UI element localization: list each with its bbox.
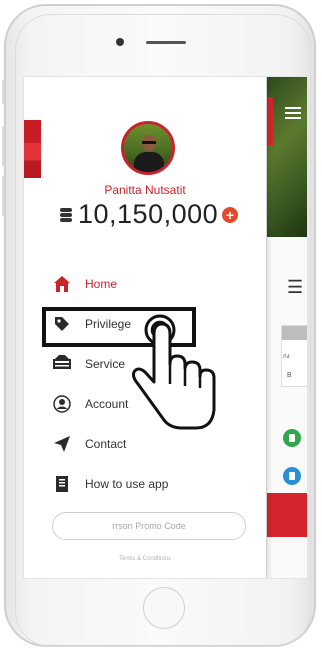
- blue-status-icon[interactable]: [283, 467, 301, 485]
- balance-row: 10,150,000 +: [60, 199, 260, 231]
- home-button[interactable]: [143, 587, 185, 629]
- menu-item-home[interactable]: Home: [24, 270, 266, 300]
- add-points-button[interactable]: +: [222, 207, 238, 223]
- menu-item-how-to-use[interactable]: How to use app: [24, 470, 266, 500]
- menu-label: Home: [85, 277, 118, 291]
- balance-value: 10,150,000: [78, 199, 219, 229]
- book-icon: [52, 475, 72, 495]
- paper-plane-icon: [52, 435, 72, 455]
- menu-label: Account: [85, 397, 129, 411]
- green-status-icon[interactable]: [283, 429, 301, 447]
- promo-code-field[interactable]: rrson Promo Code: [52, 512, 246, 540]
- volume-down-button: [2, 126, 5, 166]
- drawer-accent-bar: [24, 120, 41, 178]
- menu-label: Service: [85, 357, 126, 371]
- menu-label: How to use app: [85, 477, 169, 491]
- coin-stack-icon: [60, 208, 74, 222]
- user-icon: [52, 395, 72, 415]
- earpiece-speaker: [146, 41, 186, 44]
- card-header: [282, 326, 307, 340]
- front-camera: [116, 38, 124, 46]
- menu-item-contact[interactable]: Contact: [24, 430, 266, 460]
- user-name: Panitta Nutsatit: [104, 183, 186, 197]
- avatar[interactable]: [121, 121, 175, 175]
- bottom-red-bar: [267, 493, 307, 537]
- mute-switch: [2, 176, 5, 216]
- background-app: ☰ ก่ง B: [266, 77, 307, 578]
- terms-link[interactable]: Terms & Conditions: [24, 556, 266, 562]
- card-text: ก่ง: [283, 354, 290, 360]
- hamburger-menu-icon[interactable]: [285, 107, 301, 109]
- card-text: B: [287, 372, 292, 379]
- hero-image: [267, 77, 307, 237]
- service-icon: [52, 355, 72, 375]
- home-icon: [52, 275, 72, 295]
- hero-red-bar: [267, 97, 273, 145]
- menu-label: Contact: [85, 437, 127, 451]
- coin-stack-icon: ☰: [287, 277, 304, 297]
- tap-hand-icon: [132, 314, 216, 430]
- volume-up-button: [2, 80, 5, 104]
